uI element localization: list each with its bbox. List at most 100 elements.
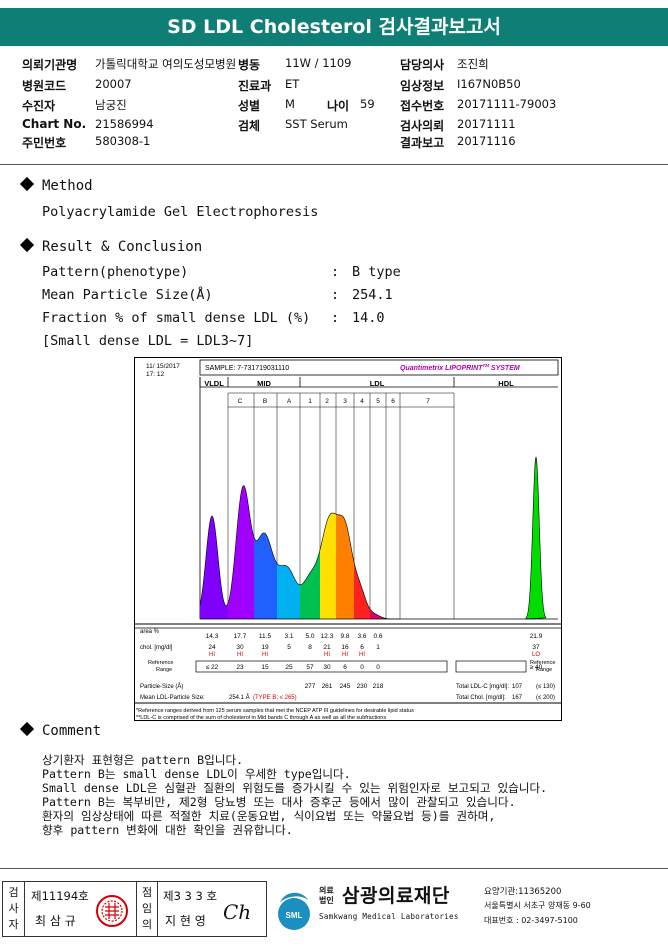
particle-size-value: 218 <box>373 683 384 690</box>
result-value-size: 254.1 <box>352 287 393 303</box>
chol-value: 37 <box>532 644 540 651</box>
result-label-fraction: Fraction % of small dense LDL (%) <box>42 310 311 326</box>
total-chol-value: 167 <box>512 695 523 701</box>
band-label: 5 <box>376 398 380 405</box>
total-ldl-value: 107 <box>512 684 523 690</box>
hospital-value: 가톨릭대학교 여의도성모병원 <box>95 57 237 71</box>
chol-value: 16 <box>341 644 349 651</box>
chol-flag: HI <box>342 652 348 658</box>
reference-value: 15 <box>261 664 269 671</box>
band-label: 7 <box>426 398 430 405</box>
clinical-label: 임상정보 <box>400 79 445 93</box>
chart-label: Chart No. <box>22 117 87 131</box>
area-value: 5.0 <box>305 633 314 640</box>
chol-value: 19 <box>261 644 269 651</box>
chol-flag: HI <box>262 652 268 658</box>
signature-box: 검사자 제11194호 최 삼 규 점임의 제3 3 3 호 지 현 영 Ch <box>2 881 267 937</box>
band-label: B <box>263 398 267 405</box>
total-ldl-ref: (≤ 130) <box>536 684 555 690</box>
reference-value: ≤ 22 <box>206 664 219 671</box>
tester-seal-icon <box>96 895 128 927</box>
particle-size-value: 230 <box>357 683 368 690</box>
method-heading: Method <box>19 176 93 194</box>
area-value: 3.1 <box>284 633 293 640</box>
chol-flag: LO <box>532 652 540 658</box>
org-phone: 대표번호 : 02-3497-5100 <box>484 916 578 925</box>
tester-license: 제11194호 <box>31 889 89 903</box>
ward-label: 병동 <box>238 58 261 72</box>
signature: Ch <box>223 900 252 924</box>
dept-label: 진료과 <box>238 79 272 93</box>
ref-label-2: Range <box>156 667 172 673</box>
comment-line: 향후 pattern 변화에 대한 확인을 권유합니다. <box>42 823 293 837</box>
chol-value: 5 <box>287 644 291 651</box>
reference-value: 57 <box>306 664 314 671</box>
band-label: 4 <box>360 398 364 405</box>
result-sep: : <box>331 310 340 326</box>
clinical-value: I167N0B50 <box>457 77 521 91</box>
sml-logo-icon: SML <box>278 892 310 930</box>
band-label: A <box>287 398 292 405</box>
band-label: 3 <box>343 398 347 405</box>
mean-size-type: (TYPE B; ≤ 265) <box>253 695 297 701</box>
sex-value: M <box>285 97 295 111</box>
resident-label: 주민번호 <box>22 136 67 150</box>
result-sep: : <box>331 287 340 303</box>
doctor-value: 조진희 <box>457 57 489 71</box>
ref-label-1: Reference <box>148 660 173 666</box>
chol-value: 21 <box>323 644 331 651</box>
chol-value: 30 <box>236 644 244 651</box>
ref-right-2: Range <box>536 667 552 673</box>
chol-flag: HI <box>359 652 365 658</box>
chol-label: chol. [mg/dl] <box>140 645 173 651</box>
chol-value: 24 <box>208 644 216 651</box>
mean-size-value: 254.1 Å <box>229 694 250 701</box>
resident-value: 580308-1 <box>95 134 151 148</box>
code-label: 병원코드 <box>22 79 67 93</box>
area-value: 17.7 <box>234 633 247 640</box>
lipoprint-chart: 11/ 15/2017 17: 12 SAMPLE: 7-73171903111… <box>134 357 562 721</box>
band-label: 1 <box>308 398 312 405</box>
svg-text:SML: SML <box>286 911 303 920</box>
receipt-label: 접수번호 <box>400 99 445 113</box>
receipt-value: 20171111-79003 <box>457 97 557 111</box>
area-value: 3.6 <box>357 633 366 640</box>
result-label-size: Mean Particle Size(Å) <box>42 287 213 303</box>
org-address: 서울특별시 서초구 양재동 9-60 <box>484 901 591 910</box>
dept-value: ET <box>285 77 300 91</box>
chart-value: 21586994 <box>95 117 154 131</box>
comment-heading-text: Comment <box>42 723 102 739</box>
chart-time: 17: 12 <box>146 371 164 378</box>
area-value: 0.6 <box>373 633 382 640</box>
band-label: 6 <box>391 398 395 405</box>
diamond-bullet-icon <box>19 237 35 253</box>
area-value: 14.3 <box>206 633 219 640</box>
report-date-label: 결과보고 <box>400 136 445 150</box>
result-note: [Small dense LDL = LDL3~7] <box>42 333 254 349</box>
chol-value: 6 <box>360 644 364 651</box>
band-label: 2 <box>325 398 329 405</box>
reference-value: 6 <box>343 664 347 671</box>
diamond-bullet-icon <box>19 176 35 192</box>
ward-value: 11W / 1109 <box>285 56 352 70</box>
code-value: 20007 <box>95 77 132 91</box>
reviewer-license: 제3 3 3 호 <box>163 889 218 903</box>
divider <box>0 164 668 165</box>
patient-label: 수진자 <box>22 99 56 113</box>
doctor-label: 담당의사 <box>400 58 445 72</box>
age-label: 나이 <box>327 99 350 113</box>
chol-flag: HI <box>237 652 243 658</box>
method-heading-text: Method <box>42 178 93 194</box>
result-value-fraction: 14.0 <box>352 310 385 326</box>
tester-name: 최 삼 규 <box>35 914 76 928</box>
total-chol-label: Total Chol. [mg/dl]: <box>456 695 506 701</box>
result-label-pattern: Pattern(phenotype) <box>42 264 189 280</box>
reference-value: 0 <box>360 664 364 671</box>
request-label: 검사의뢰 <box>400 119 445 133</box>
chart-sample: SAMPLE: 7-731719031110 <box>205 365 289 372</box>
reference-value: 30 <box>323 664 331 671</box>
footnote-1: *Reference ranges derived from 125 serum… <box>136 708 414 714</box>
chol-value: 1 <box>376 644 380 651</box>
specimen-value: SST Serum <box>285 117 348 131</box>
patient-value: 남궁진 <box>95 98 127 112</box>
